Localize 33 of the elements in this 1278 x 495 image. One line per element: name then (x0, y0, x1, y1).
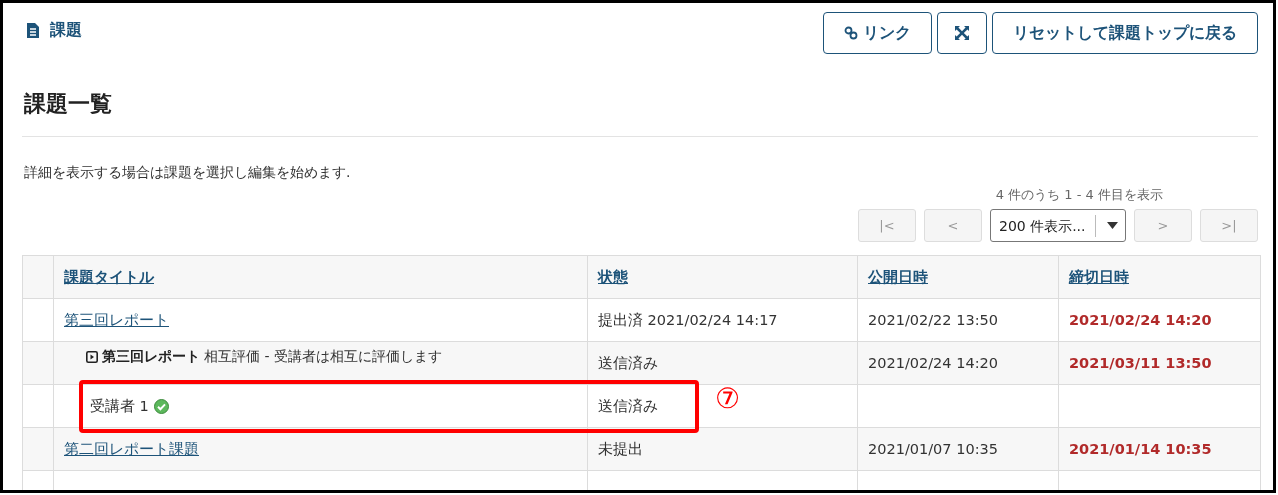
expand-button[interactable] (937, 12, 987, 54)
status-text: 提出済 2021/02/24 14:17 (598, 311, 778, 328)
due-date: 2021/02/24 14:20 (1069, 312, 1212, 328)
column-header-link[interactable]: 状態 (598, 268, 628, 285)
record-count: 4 件のうち 1 - 4 件目を表示 (995, 186, 1163, 204)
section-heading: 課題一覧 (24, 90, 113, 118)
column-header-link[interactable]: 公開日時 (868, 268, 928, 285)
document-icon (27, 23, 39, 38)
due-date: 2021/01/14 10:35 (1069, 441, 1212, 457)
due-date: 2021/03/11 13:50 (1069, 355, 1212, 371)
peer-review-note: 相互評価 - 受講者は相互に評価します (204, 348, 442, 366)
page-size-select[interactable]: 200 件表示... (990, 209, 1126, 242)
link-icon (844, 26, 858, 40)
status-text: 未提出 (598, 440, 643, 457)
description-text: 詳細を表示する場合は課題を選択し編集を始めます. (24, 164, 352, 182)
student-name: 受講者 1 (90, 396, 149, 416)
status-text: 送信済み (598, 354, 658, 371)
open-date: 2021/02/22 13:50 (868, 312, 998, 328)
reset-button[interactable]: リセットして課題トップに戻る (992, 12, 1258, 54)
assignment-link[interactable]: 第三回レポート (64, 311, 169, 328)
annotation-number: ⑦ (715, 382, 740, 415)
play-square-icon (86, 351, 98, 363)
peer-review-title: 第三回レポート (102, 348, 200, 366)
status-text: 送信済み (598, 397, 658, 414)
assignment-link[interactable]: 第二回レポート課題 (64, 440, 199, 457)
page-title: 課題 (50, 20, 82, 41)
open-date: 2021/01/07 10:35 (868, 441, 998, 457)
column-header-link[interactable]: 締切日時 (1069, 268, 1129, 285)
link-button[interactable]: リンク (823, 12, 932, 54)
dropdown-caret-icon (1107, 222, 1118, 229)
expand-icon (954, 25, 970, 41)
open-date: 2021/02/24 14:20 (868, 355, 998, 371)
column-header-link[interactable]: 課題タイトル (64, 268, 154, 285)
